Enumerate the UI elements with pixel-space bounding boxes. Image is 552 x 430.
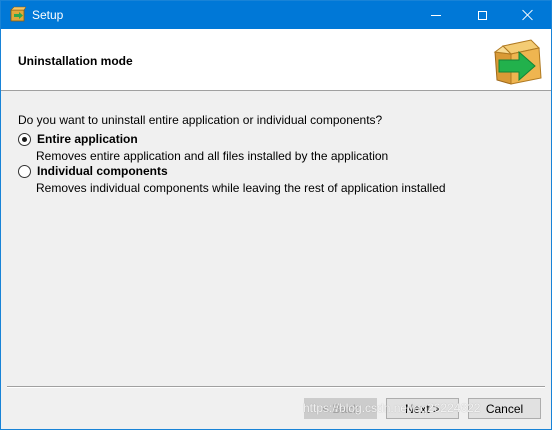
option-description: Removes entire application and all files… [36, 149, 389, 163]
option-label[interactable]: Individual components [37, 164, 168, 179]
close-button[interactable] [505, 1, 551, 29]
back-button[interactable]: < Back [304, 398, 377, 419]
window-title: Setup [32, 8, 64, 22]
title-bar[interactable]: Setup [1, 1, 551, 29]
cancel-button[interactable]: Cancel [468, 398, 541, 419]
footer-divider [7, 386, 545, 388]
close-icon [522, 9, 534, 21]
maximize-button[interactable] [459, 1, 505, 29]
content-area: Do you want to uninstall entire applicat… [1, 91, 551, 385]
minimize-button[interactable] [413, 1, 459, 29]
option-description: Removes individual components while leav… [36, 181, 446, 195]
next-button[interactable]: Next > [386, 398, 459, 419]
open-box-arrow-icon [491, 32, 547, 88]
maximize-icon [477, 10, 487, 20]
radio-entire-application[interactable] [18, 133, 31, 146]
radio-individual-components[interactable] [18, 165, 31, 178]
option-label[interactable]: Entire application [37, 132, 138, 147]
setup-window: Setup Uninstallation mode Do you want to… [0, 0, 552, 430]
setup-app-icon [10, 6, 27, 22]
header-panel: Uninstallation mode [1, 29, 551, 91]
minimize-icon [431, 14, 441, 16]
page-title: Uninstallation mode [18, 54, 133, 68]
question-text: Do you want to uninstall entire applicat… [18, 113, 383, 127]
